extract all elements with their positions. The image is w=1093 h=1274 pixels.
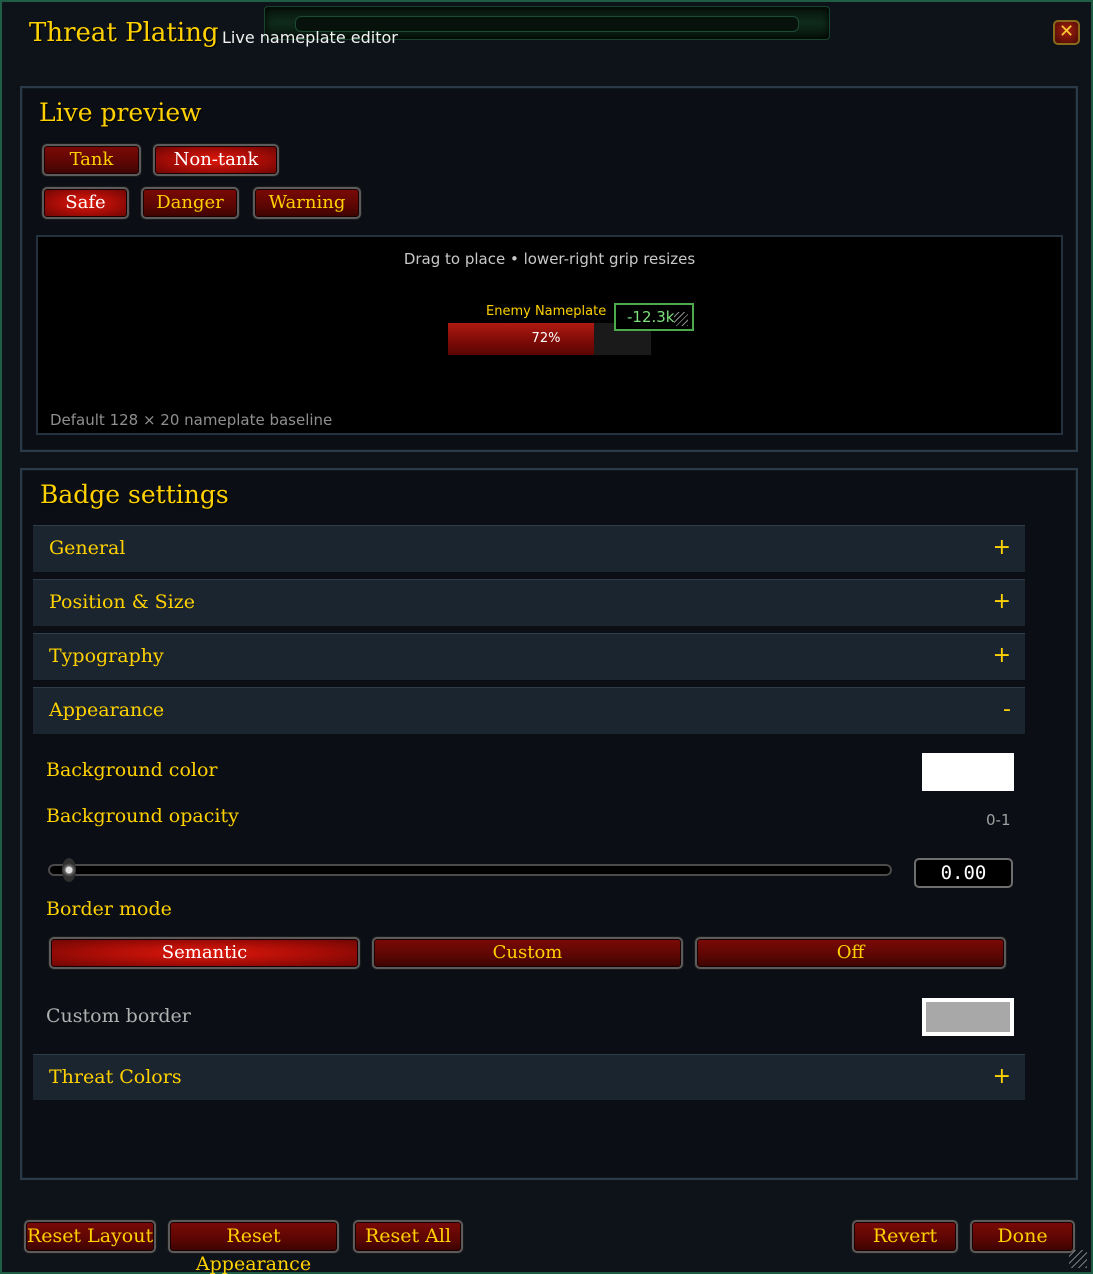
collapse-icon: - — [1003, 697, 1011, 722]
role-button-non-tank[interactable]: Non-tank — [153, 144, 279, 176]
threat-badge[interactable]: -12.3k — [614, 303, 694, 331]
opacity-value-input[interactable] — [914, 858, 1013, 888]
state-button-danger[interactable]: Danger — [141, 187, 239, 219]
section-label: Position & Size — [49, 591, 196, 613]
background-color-swatch[interactable] — [922, 753, 1014, 791]
threat-badge-text: -12.3k — [627, 308, 675, 326]
close-icon: ✕ — [1058, 21, 1075, 42]
live-preview-title: Live preview — [39, 98, 202, 127]
section-label: Typography — [49, 645, 164, 667]
section-threat-colors[interactable]: Threat Colors + — [33, 1054, 1025, 1101]
reset-all-button[interactable]: Reset All — [353, 1220, 463, 1253]
revert-button[interactable]: Revert — [852, 1220, 958, 1253]
section-label: Threat Colors — [49, 1066, 182, 1088]
border-mode-custom[interactable]: Custom — [372, 937, 683, 969]
editor-window: Threat Plating Live nameplate editor ✕ L… — [0, 0, 1093, 1274]
app-subtitle: Live nameplate editor — [222, 28, 398, 47]
section-general[interactable]: General + — [33, 525, 1025, 573]
preview-hint: Drag to place • lower-right grip resizes — [403, 250, 696, 268]
preview-canvas[interactable]: Drag to place • lower-right grip resizes… — [36, 235, 1063, 435]
state-button-safe[interactable]: Safe — [42, 187, 129, 219]
section-label: Appearance — [49, 699, 165, 721]
opacity-slider-track[interactable] — [48, 864, 892, 876]
preview-baseline: Default 128 × 20 nameplate baseline — [50, 411, 333, 429]
background-color-label: Background color — [46, 759, 218, 781]
nameplate-name: Enemy Nameplate — [486, 304, 607, 319]
border-mode-label: Border mode — [46, 898, 172, 920]
close-button[interactable]: ✕ — [1053, 20, 1080, 45]
reset-layout-button[interactable]: Reset Layout — [24, 1220, 156, 1253]
custom-border-swatch[interactable] — [922, 998, 1014, 1036]
app-title: Threat Plating — [29, 18, 219, 48]
state-button-warning[interactable]: Warning — [253, 187, 361, 219]
opacity-range-note: 0-1 — [986, 811, 1011, 829]
expand-icon: + — [992, 643, 1011, 668]
expand-icon: + — [992, 1064, 1011, 1089]
section-typography[interactable]: Typography + — [33, 633, 1025, 681]
opacity-slider-thumb[interactable] — [62, 858, 76, 882]
custom-border-label: Custom border — [46, 1005, 191, 1027]
resize-grip-icon[interactable] — [674, 312, 688, 326]
background-opacity-label: Background opacity — [46, 805, 239, 827]
reset-appearance-button[interactable]: Reset Appearance — [168, 1220, 339, 1274]
role-button-tank[interactable]: Tank — [42, 144, 141, 176]
window-resize-grip-icon[interactable] — [1069, 1250, 1087, 1268]
badge-settings-title: Badge settings — [40, 480, 229, 509]
expand-icon: + — [992, 535, 1011, 560]
done-button[interactable]: Done — [970, 1220, 1075, 1253]
border-mode-off[interactable]: Off — [695, 937, 1006, 969]
nameplate-health-percent: 72% — [531, 331, 561, 346]
section-label: General — [49, 537, 126, 559]
section-position-size[interactable]: Position & Size + — [33, 579, 1025, 627]
border-mode-semantic[interactable]: Semantic — [49, 937, 360, 969]
section-appearance[interactable]: Appearance - — [33, 687, 1025, 735]
expand-icon: + — [992, 589, 1011, 614]
